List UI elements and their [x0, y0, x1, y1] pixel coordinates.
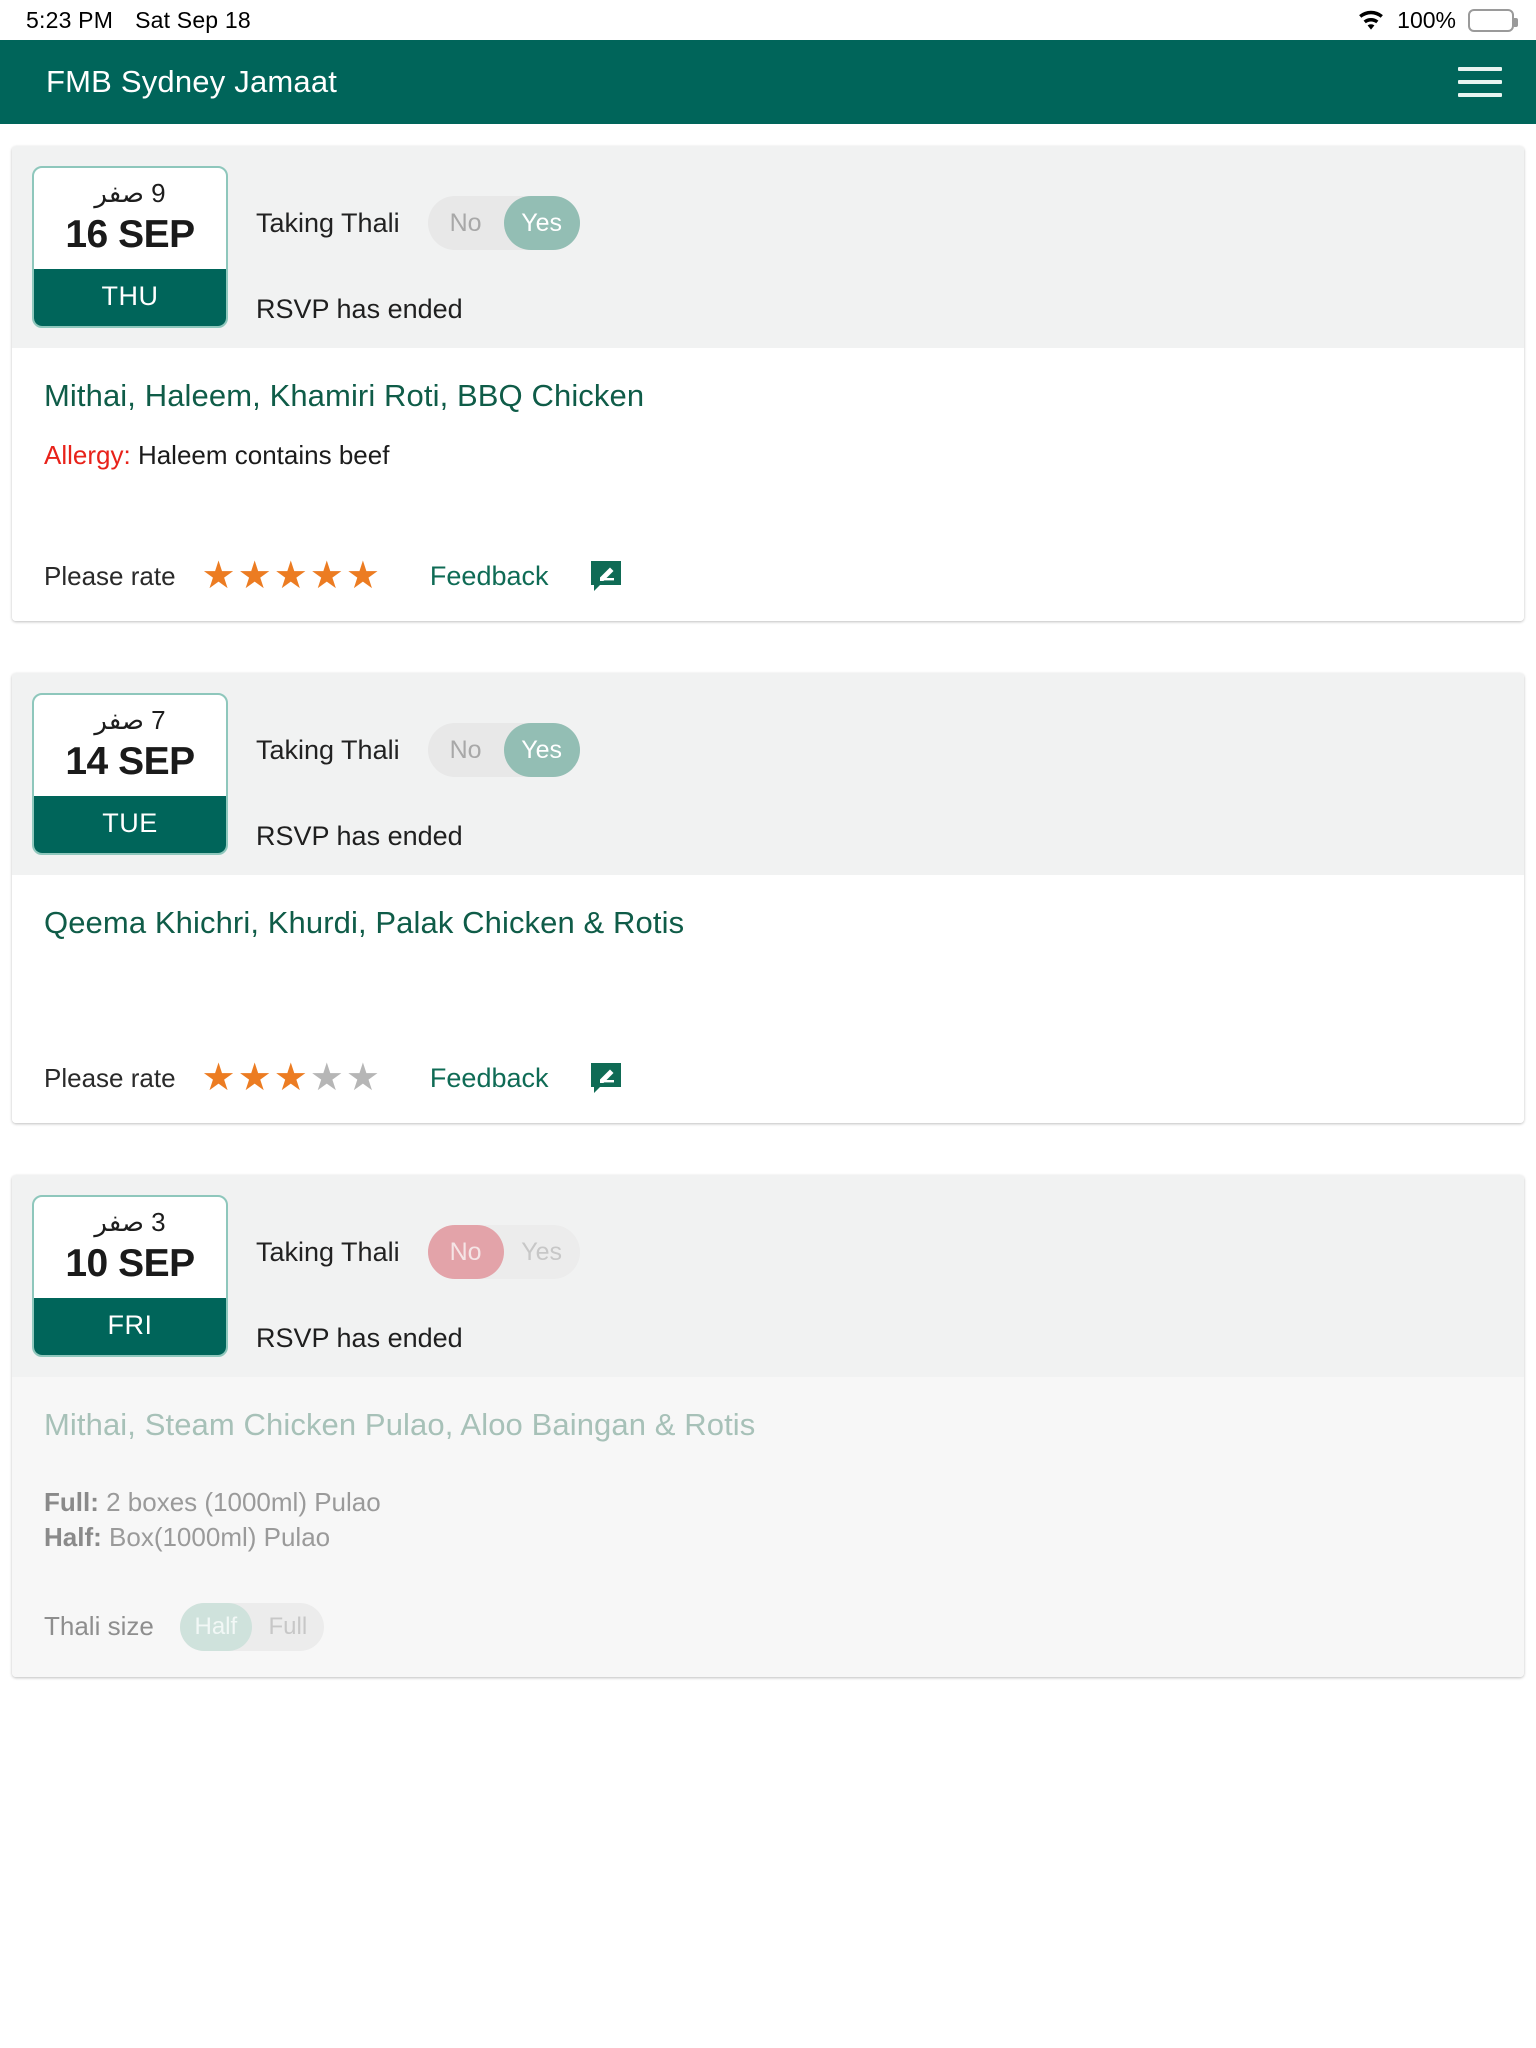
star-icon[interactable]: ★ — [202, 557, 236, 595]
rating-row: Please rate ★ ★ ★ ★ ★ Feedback — [44, 557, 1492, 595]
rsvp-status: RSVP has ended — [256, 294, 463, 324]
star-rating[interactable]: ★ ★ ★ ★ ★ — [202, 1059, 380, 1097]
rsvp-status: RSVP has ended — [256, 1323, 463, 1353]
rate-label: Please rate — [44, 1062, 176, 1093]
portion-half-label: Half: — [44, 1521, 102, 1552]
rate-label: Please rate — [44, 560, 176, 591]
hamburger-menu-icon[interactable] — [1458, 67, 1502, 97]
gregorian-date: 14 SEP — [65, 740, 195, 783]
thali-list: 9 صفر 16 SEP THU Taking Thali No Yes RSV… — [0, 146, 1536, 2048]
portion-full-label: Full: — [44, 1487, 99, 1517]
thali-card: 3 صفر 10 SEP FRI Taking Thali No Yes RSV… — [12, 1175, 1524, 1677]
status-bar-left: 5:23 PM Sat Sep 18 — [26, 7, 251, 34]
star-icon[interactable]: ★ — [346, 557, 380, 595]
app-bar: FMB Sydney Jamaat — [0, 40, 1536, 124]
taking-thali-toggle[interactable]: No Yes — [427, 723, 580, 777]
thali-card-header: 3 صفر 10 SEP FRI Taking Thali No Yes RSV… — [12, 1175, 1524, 1377]
gregorian-date: 16 SEP — [65, 213, 195, 256]
status-bar: 5:23 PM Sat Sep 18 100% — [0, 0, 1536, 40]
day-of-week: TUE — [34, 796, 226, 853]
portion-half-value: Box(1000ml) Pulao — [109, 1521, 331, 1552]
status-bar-right: 100% — [1357, 6, 1518, 34]
feedback-link[interactable]: Feedback — [430, 561, 549, 592]
portion-info: Full: 2 boxes (1000ml) Pulao Half: Box(1… — [44, 1485, 1492, 1555]
taking-thali-label: Taking Thali — [256, 1236, 400, 1267]
portion-full: Full: 2 boxes (1000ml) Pulao — [44, 1485, 1492, 1520]
star-icon[interactable]: ★ — [310, 557, 344, 595]
thali-size-toggle[interactable]: Half Full — [179, 1602, 324, 1651]
date-badge: 3 صفر 10 SEP FRI — [32, 1195, 228, 1357]
date-badge: 7 صفر 14 SEP TUE — [32, 693, 228, 855]
thali-card: 7 صفر 14 SEP TUE Taking Thali No Yes RSV… — [12, 673, 1524, 1123]
star-rating[interactable]: ★ ★ ★ ★ ★ — [202, 557, 380, 595]
portion-half: Half: Box(1000ml) Pulao — [44, 1520, 1492, 1555]
feedback-edit-icon[interactable] — [589, 559, 623, 593]
hijri-date: 3 صفر — [94, 1207, 166, 1237]
star-icon[interactable]: ★ — [274, 557, 308, 595]
toggle-option-yes[interactable]: Yes — [504, 1225, 580, 1279]
toggle-option-yes[interactable]: Yes — [503, 196, 580, 250]
battery-percent: 100% — [1397, 6, 1456, 33]
page-title: FMB Sydney Jamaat — [46, 64, 338, 99]
portion-full-value: 2 boxes (1000ml) Pulao — [106, 1487, 381, 1517]
star-icon[interactable]: ★ — [202, 1059, 236, 1097]
thali-card-header-right: Taking Thali No Yes RSVP has ended — [228, 693, 1524, 852]
thali-size-row: Thali size Half Full — [44, 1602, 1492, 1651]
gregorian-date: 10 SEP — [65, 1242, 195, 1285]
star-icon[interactable]: ★ — [274, 1059, 308, 1097]
rsvp-status: RSVP has ended — [256, 821, 463, 851]
date-badge: 9 صفر 16 SEP THU — [32, 166, 228, 328]
allergy-text: Haleem contains beef — [137, 440, 390, 470]
thali-card-body: Qeema Khichri, Khurdi, Palak Chicken & R… — [12, 875, 1524, 1123]
rating-row: Please rate ★ ★ ★ ★ ★ Feedback — [44, 1059, 1492, 1097]
taking-thali-toggle[interactable]: No Yes — [427, 1225, 580, 1279]
star-icon[interactable]: ★ — [238, 1059, 272, 1097]
thali-card-header-right: Taking Thali No Yes RSVP has ended — [228, 1195, 1524, 1354]
thali-card: 9 صفر 16 SEP THU Taking Thali No Yes RSV… — [12, 146, 1524, 621]
battery-full-icon — [1468, 8, 1518, 32]
taking-thali-label: Taking Thali — [256, 207, 400, 238]
thali-card-header-right: Taking Thali No Yes RSVP has ended — [228, 166, 1524, 325]
menu-title: Mithai, Haleem, Khamiri Roti, BBQ Chicke… — [44, 378, 645, 413]
taking-thali-label: Taking Thali — [256, 734, 400, 765]
taking-thali-row: Taking Thali No Yes — [256, 1225, 1524, 1279]
thali-size-label: Thali size — [44, 1611, 154, 1642]
toggle-option-yes[interactable]: Yes — [503, 723, 580, 777]
toggle-option-half[interactable]: Half — [179, 1602, 252, 1651]
day-of-week: THU — [34, 269, 226, 326]
menu-title: Qeema Khichri, Khurdi, Palak Chicken & R… — [44, 905, 685, 940]
star-icon[interactable]: ★ — [310, 1059, 344, 1097]
thali-card-header: 7 صفر 14 SEP TUE Taking Thali No Yes RSV… — [12, 673, 1524, 875]
allergy-note: Allergy: Haleem contains beef — [44, 440, 1492, 471]
taking-thali-toggle[interactable]: No Yes — [427, 196, 580, 250]
allergy-label: Allergy: — [44, 440, 131, 470]
star-icon[interactable]: ★ — [238, 557, 272, 595]
toggle-option-full[interactable]: Full — [252, 1603, 324, 1651]
thali-card-header: 9 صفر 16 SEP THU Taking Thali No Yes RSV… — [12, 146, 1524, 348]
status-time: 5:23 PM — [26, 6, 114, 33]
thali-card-body: Mithai, Haleem, Khamiri Roti, BBQ Chicke… — [12, 348, 1524, 621]
hijri-date: 7 صفر — [94, 705, 166, 735]
star-icon[interactable]: ★ — [346, 1059, 380, 1097]
toggle-option-no[interactable]: No — [427, 1225, 504, 1279]
wifi-icon — [1357, 10, 1385, 31]
thali-card-body: Mithai, Steam Chicken Pulao, Aloo Bainga… — [12, 1377, 1524, 1677]
day-of-week: FRI — [34, 1298, 226, 1355]
toggle-option-no[interactable]: No — [428, 723, 504, 777]
taking-thali-row: Taking Thali No Yes — [256, 723, 1524, 777]
menu-title: Mithai, Steam Chicken Pulao, Aloo Bainga… — [44, 1407, 756, 1442]
taking-thali-row: Taking Thali No Yes — [256, 196, 1524, 250]
feedback-link[interactable]: Feedback — [430, 1063, 549, 1094]
feedback-edit-icon[interactable] — [589, 1061, 623, 1095]
toggle-option-no[interactable]: No — [428, 196, 504, 250]
status-date: Sat Sep 18 — [135, 6, 251, 33]
hijri-date: 9 صفر — [94, 178, 166, 208]
